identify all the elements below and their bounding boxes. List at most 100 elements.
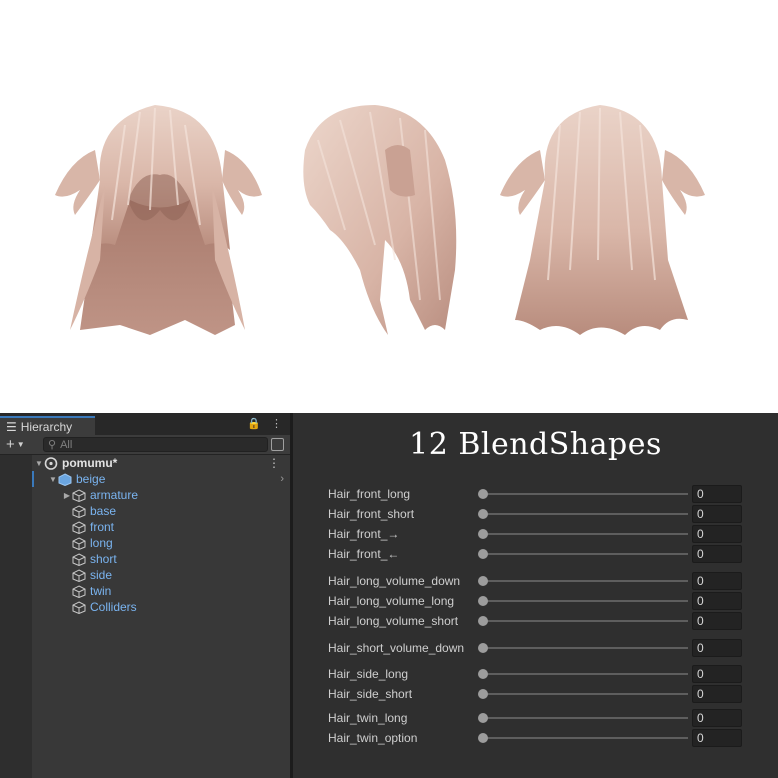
hierarchy-item-label: twin (90, 584, 112, 598)
lock-icon[interactable]: 🔒 (247, 417, 261, 430)
blendshape-value-field[interactable]: 0 (692, 665, 742, 683)
blendshape-label: Hair_front_← (328, 547, 400, 561)
blendshape-value-field[interactable]: 0 (692, 729, 742, 747)
blendshape-slider-knob[interactable] (478, 489, 488, 499)
blendshape-slider-knob[interactable] (478, 733, 488, 743)
hierarchy-item-label: side (90, 568, 113, 582)
hierarchy-item-short[interactable]: short (0, 551, 290, 567)
kebab-menu-icon[interactable]: ⋮ (271, 417, 282, 430)
blendshape-slider-knob[interactable] (478, 713, 488, 723)
blendshape-value-field[interactable]: 0 (692, 505, 742, 523)
gameobject-cube-icon (72, 536, 86, 550)
hierarchy-panel: ☰ Hierarchy 🔒 ⋮ + ▼ ⚲ All ▼ pomumu* ⋮ ▼ … (0, 413, 290, 778)
plus-icon: + (6, 436, 15, 453)
blendshape-value-field[interactable]: 0 (692, 612, 742, 630)
hierarchy-item-colliders[interactable]: Colliders (0, 599, 290, 615)
blendshapes-title: 12 BlendShapes (409, 427, 662, 462)
expand-arrow-icon[interactable]: ▼ (48, 475, 58, 484)
expand-arrow-icon[interactable]: ▼ (34, 459, 44, 468)
blendshape-row: Hair_short_volume_down 0 (293, 639, 778, 657)
hair-preview-area (0, 0, 778, 413)
blendshape-row: Hair_long_volume_short 0 (293, 612, 778, 630)
blendshape-label: Hair_long_volume_down (328, 574, 461, 588)
blendshape-slider-track[interactable] (483, 673, 688, 675)
hierarchy-item-armature[interactable]: ▶ armature (0, 487, 290, 503)
blendshape-row: Hair_twin_option 0 (293, 729, 778, 747)
blendshape-label: Hair_front_short (328, 507, 415, 521)
blendshape-value-field[interactable]: 0 (692, 639, 742, 657)
hierarchy-item-long[interactable]: long (0, 535, 290, 551)
collapsed-arrow-icon[interactable]: ▶ (62, 491, 72, 500)
gameobject-cube-icon (72, 520, 86, 534)
blendshape-slider-knob[interactable] (478, 549, 488, 559)
search-input[interactable]: ⚲ All (43, 437, 268, 452)
search-options-icon[interactable] (271, 438, 284, 451)
blendshape-label: Hair_front_long (328, 487, 411, 501)
blendshape-value-field[interactable]: 0 (692, 572, 742, 590)
hierarchy-item-twin[interactable]: twin (0, 583, 290, 599)
blendshape-value-field[interactable]: 0 (692, 545, 742, 563)
blendshape-slider-knob[interactable] (478, 509, 488, 519)
blendshape-row: Hair_long_volume_down 0 (293, 572, 778, 590)
root-object-row[interactable]: ▼ beige › (0, 471, 290, 487)
gameobject-cube-icon (72, 488, 86, 502)
scene-row[interactable]: ▼ pomumu* ⋮ (0, 455, 290, 471)
blendshape-slider-knob[interactable] (478, 689, 488, 699)
chevron-down-icon: ▼ (16, 440, 25, 449)
blendshape-value-field[interactable]: 0 (692, 709, 742, 727)
blendshape-slider-track[interactable] (483, 553, 688, 555)
hierarchy-item-side[interactable]: side (0, 567, 290, 583)
blendshape-value-field[interactable]: 0 (692, 685, 742, 703)
blendshape-slider-track[interactable] (483, 513, 688, 515)
blendshape-label: Hair_long_volume_long (328, 594, 455, 608)
blendshape-slider-knob[interactable] (478, 669, 488, 679)
blendshape-slider-track[interactable] (483, 493, 688, 495)
hierarchy-tabbar: ☰ Hierarchy 🔒 ⋮ (0, 413, 290, 435)
blendshape-slider-track[interactable] (483, 693, 688, 695)
unity-scene-icon (44, 456, 58, 470)
blendshape-slider-knob[interactable] (478, 643, 488, 653)
chevron-right-icon[interactable]: › (280, 473, 284, 485)
gameobject-cube-icon (72, 568, 86, 582)
search-placeholder: All (60, 438, 73, 451)
blendshape-slider-track[interactable] (483, 600, 688, 602)
blendshape-value-field[interactable]: 0 (692, 485, 742, 503)
hierarchy-item-label: Colliders (90, 600, 137, 614)
hair-renders (55, 105, 705, 335)
blendshape-row: Hair_front_long 0 (293, 485, 778, 503)
create-button[interactable]: + ▼ (6, 436, 25, 453)
hierarchy-item-front[interactable]: front (0, 519, 290, 535)
blendshapes-panel: 12 BlendShapes Hair_front_long 0 Hair_fr… (293, 413, 778, 778)
blendshape-slider-track[interactable] (483, 647, 688, 649)
blendshape-row: Hair_long_volume_long 0 (293, 592, 778, 610)
screen: ☰ Hierarchy 🔒 ⋮ + ▼ ⚲ All ▼ pomumu* ⋮ ▼ … (0, 0, 778, 778)
blendshape-row: Hair_front_short 0 (293, 505, 778, 523)
root-object-label: beige (76, 472, 106, 486)
blendshape-slider-track[interactable] (483, 620, 688, 622)
gameobject-cube-icon (72, 552, 86, 566)
blendshape-row: Hair_side_long 0 (293, 665, 778, 683)
hierarchy-item-label: short (90, 552, 117, 566)
blendshape-slider-knob[interactable] (478, 576, 488, 586)
blendshape-slider-knob[interactable] (478, 616, 488, 626)
blendshape-value-field[interactable]: 0 (692, 592, 742, 610)
blendshape-slider-track[interactable] (483, 737, 688, 739)
blendshape-slider-knob[interactable] (478, 596, 488, 606)
blendshape-label: Hair_long_volume_short (328, 614, 459, 628)
blendshape-slider-knob[interactable] (478, 529, 488, 539)
hierarchy-item-label: long (90, 536, 113, 550)
gameobject-cube-icon (72, 584, 86, 598)
blendshape-slider-track[interactable] (483, 533, 688, 535)
blendshape-slider-track[interactable] (483, 717, 688, 719)
blendshape-row: Hair_front_→ 0 (293, 525, 778, 543)
scene-name: pomumu* (62, 456, 118, 470)
scene-menu-icon[interactable]: ⋮ (268, 456, 280, 470)
hair-back-view (500, 105, 705, 335)
hierarchy-item-base[interactable]: base (0, 503, 290, 519)
blendshape-label: Hair_side_long (328, 667, 409, 681)
blendshape-label: Hair_side_short (328, 687, 413, 701)
hierarchy-item-label: front (90, 520, 115, 534)
blendshape-value-field[interactable]: 0 (692, 525, 742, 543)
blendshape-slider-track[interactable] (483, 580, 688, 582)
tab-hierarchy[interactable]: ☰ Hierarchy (0, 416, 95, 435)
